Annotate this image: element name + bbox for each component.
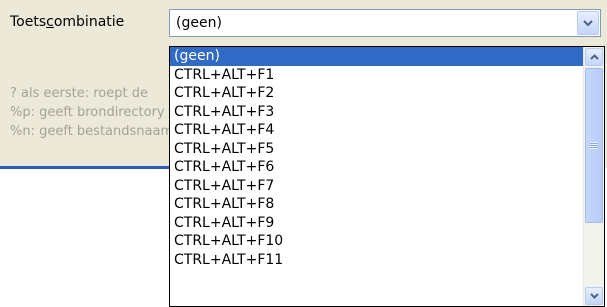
list-item[interactable]: CTRL+ALT+F6 [170, 158, 583, 177]
list-item[interactable]: CTRL+ALT+F3 [170, 103, 583, 122]
hint-line-3: %n: geeft bestandsnaam [10, 124, 170, 139]
chevron-up-icon [589, 54, 599, 60]
list-item[interactable]: CTRL+ALT+F7 [170, 177, 583, 196]
hint-line-2: %p: geeft brondirectory [10, 105, 165, 120]
list-item[interactable]: CTRL+ALT+F5 [170, 140, 583, 159]
shortcut-label: Toetscombinatie [10, 14, 125, 30]
chevron-down-icon [589, 293, 599, 299]
dropdown-scrollbar[interactable] [583, 47, 604, 306]
list-item[interactable]: CTRL+ALT+F10 [170, 232, 583, 251]
list-item[interactable]: CTRL+ALT+F8 [170, 195, 583, 214]
separator-line [0, 166, 170, 169]
list-item[interactable]: CTRL+ALT+F11 [170, 251, 583, 270]
scroll-thumb[interactable] [585, 68, 603, 223]
list-item[interactable]: CTRL+ALT+F2 [170, 84, 583, 103]
shortcut-combobox[interactable]: (geen) [169, 9, 601, 37]
scroll-up-button[interactable] [585, 48, 603, 66]
shortcut-dropdown-list[interactable]: (geen) CTRL+ALT+F1 CTRL+ALT+F2 CTRL+ALT+F3 C… [169, 46, 605, 307]
list-item[interactable]: CTRL+ALT+F9 [170, 214, 583, 233]
scroll-down-button[interactable] [585, 287, 603, 305]
list-item[interactable]: CTRL+ALT+F4 [170, 121, 583, 140]
list-item[interactable]: (geen) [170, 47, 583, 66]
grip-icon [590, 142, 598, 149]
combobox-value: (geen) [176, 15, 222, 31]
combobox-dropdown-button[interactable] [577, 11, 599, 35]
list-item[interactable]: CTRL+ALT+F1 [170, 66, 583, 85]
dropdown-items: (geen) CTRL+ALT+F1 CTRL+ALT+F2 CTRL+ALT+F3 C… [170, 47, 583, 269]
hint-line-1: ? als eerste: roept de [10, 86, 148, 101]
chevron-down-icon [583, 19, 593, 26]
